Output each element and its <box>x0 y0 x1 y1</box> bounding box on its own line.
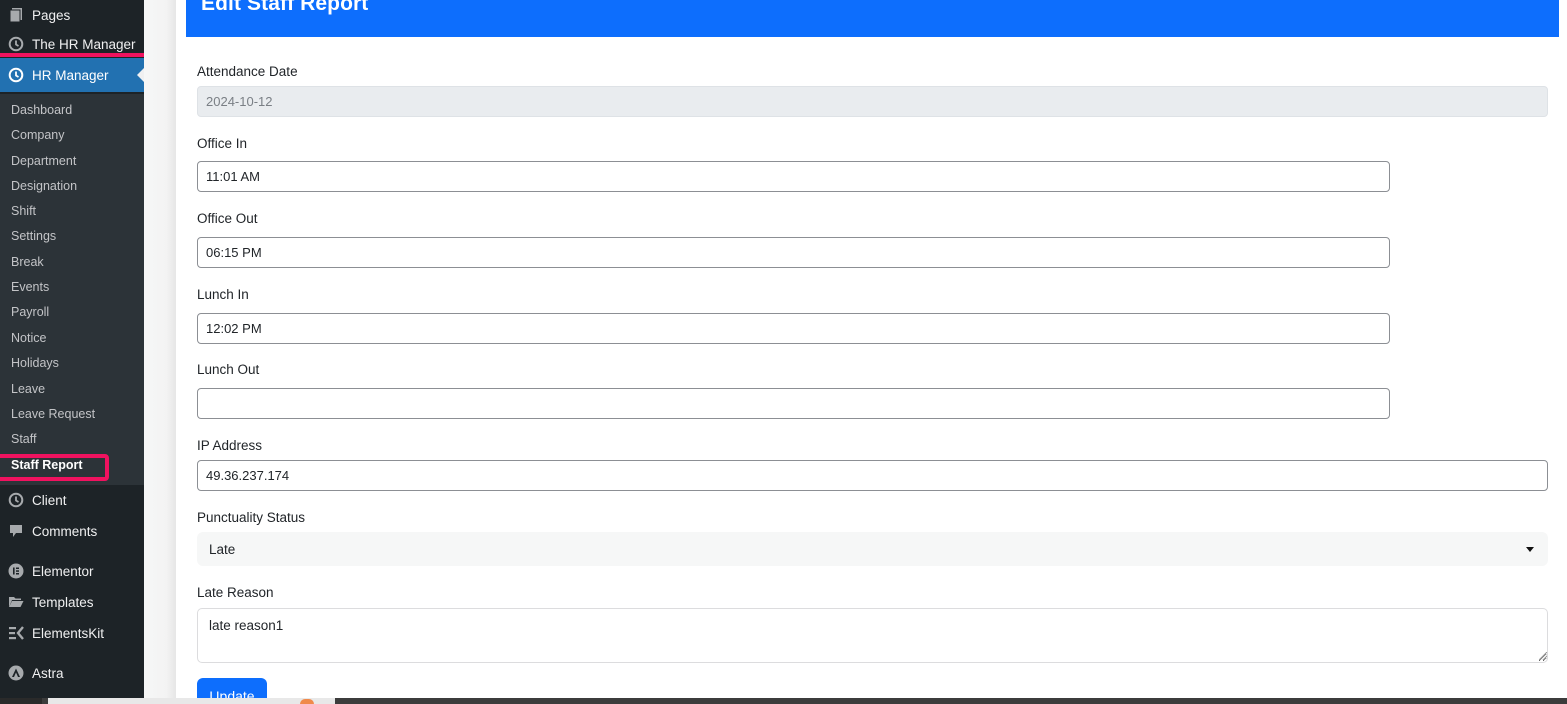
lunch-in-label: Lunch In <box>197 287 249 302</box>
clock-icon <box>8 36 24 52</box>
ip-address-field[interactable] <box>197 460 1548 491</box>
astra-icon <box>8 665 24 681</box>
late-reason-textarea[interactable]: late reason1 <box>197 608 1548 663</box>
sidebar-item-pages[interactable]: Pages <box>0 0 144 30</box>
office-out-label: Office Out <box>197 211 258 226</box>
clock-icon <box>8 67 24 83</box>
main-content: Edit Staff Report Attendance Date Office… <box>176 0 1567 704</box>
attendance-date-field[interactable] <box>197 86 1548 117</box>
late-reason-label: Late Reason <box>197 585 274 600</box>
sidebar-item-label: Templates <box>32 594 94 610</box>
submenu-item-notice[interactable]: Notice <box>11 328 46 348</box>
chevron-down-icon <box>1526 547 1534 552</box>
submenu-item-department[interactable]: Department <box>11 151 76 171</box>
office-out-field[interactable] <box>197 237 1390 268</box>
punctuality-status-select[interactable]: Late <box>197 532 1548 566</box>
submenu-item-settings[interactable]: Settings <box>11 226 56 246</box>
sidebar-item-comments[interactable]: Comments <box>0 516 144 546</box>
submenu-item-holidays[interactable]: Holidays <box>11 353 59 373</box>
sidebar-item-elementskit[interactable]: ElementsKit <box>0 618 144 648</box>
submenu-item-company[interactable]: Company <box>11 125 65 145</box>
sidebar-item-templates[interactable]: Templates <box>0 587 144 617</box>
pages-icon <box>8 7 24 23</box>
sidebar-item-label: The HR Manager <box>32 36 136 52</box>
sidebar-item-label: Elementor <box>32 563 94 579</box>
punctuality-status-value: Late <box>209 541 236 557</box>
taskbar-strip <box>0 698 1567 704</box>
comment-icon <box>8 523 24 539</box>
ip-address-label: IP Address <box>197 438 263 453</box>
taskbar-start[interactable] <box>0 698 42 704</box>
sidebar-item-client[interactable]: Client <box>0 485 144 515</box>
sidebar-item-label: Client <box>32 492 67 508</box>
submenu-item-staff-report[interactable]: Staff Report <box>11 455 83 475</box>
sidebar-item-label: Astra <box>32 665 64 681</box>
sidebar-item-label: Pages <box>32 7 71 23</box>
lunch-in-field[interactable] <box>197 313 1390 344</box>
submenu-item-designation[interactable]: Designation <box>11 176 77 196</box>
submenu-item-staff[interactable]: Staff <box>11 429 36 449</box>
page-title: Edit Staff Report <box>201 0 369 15</box>
submenu-item-leave[interactable]: Leave <box>11 379 45 399</box>
page-header: Edit Staff Report <box>186 0 1559 37</box>
folder-icon <box>8 594 24 610</box>
current-menu-arrow-icon <box>137 68 144 82</box>
submenu-item-events[interactable]: Events <box>11 277 49 297</box>
sidebar-item-the-hr-manager[interactable]: The HR Manager <box>0 29 144 59</box>
elementor-icon <box>8 563 24 579</box>
office-in-field[interactable] <box>197 161 1390 192</box>
submenu-item-payroll[interactable]: Payroll <box>11 302 49 322</box>
attendance-date-label: Attendance Date <box>197 64 298 79</box>
content-gutter <box>144 0 176 704</box>
sidebar-item-elementor[interactable]: Elementor <box>0 556 144 586</box>
office-in-label: Office In <box>197 136 248 151</box>
lunch-out-field[interactable] <box>197 388 1390 419</box>
punctuality-status-label: Punctuality Status <box>197 510 306 525</box>
app-icon[interactable] <box>300 699 314 704</box>
lunch-out-label: Lunch Out <box>197 362 260 377</box>
sidebar-item-label: HR Manager <box>32 67 109 83</box>
sidebar-item-label: Comments <box>32 523 98 539</box>
sidebar-item-hr-manager[interactable]: HR Manager <box>0 58 144 92</box>
elementskit-icon <box>8 625 24 641</box>
admin-sidebar: Pages The HR Manager HR Manager Dashboar… <box>0 0 150 704</box>
submenu-item-leave-request[interactable]: Leave Request <box>11 404 95 424</box>
submenu-item-shift[interactable]: Shift <box>11 201 36 221</box>
submenu-item-dashboard[interactable]: Dashboard <box>11 100 72 120</box>
clock-icon <box>8 492 24 508</box>
taskbar-search[interactable] <box>48 698 335 704</box>
sidebar-item-label: ElementsKit <box>32 625 105 641</box>
submenu-item-break[interactable]: Break <box>11 252 44 272</box>
sidebar-item-astra[interactable]: Astra <box>0 658 144 688</box>
hr-manager-submenu: Dashboard Company Department Designation… <box>0 94 144 485</box>
resize-handle-icon[interactable] <box>1539 652 1547 660</box>
